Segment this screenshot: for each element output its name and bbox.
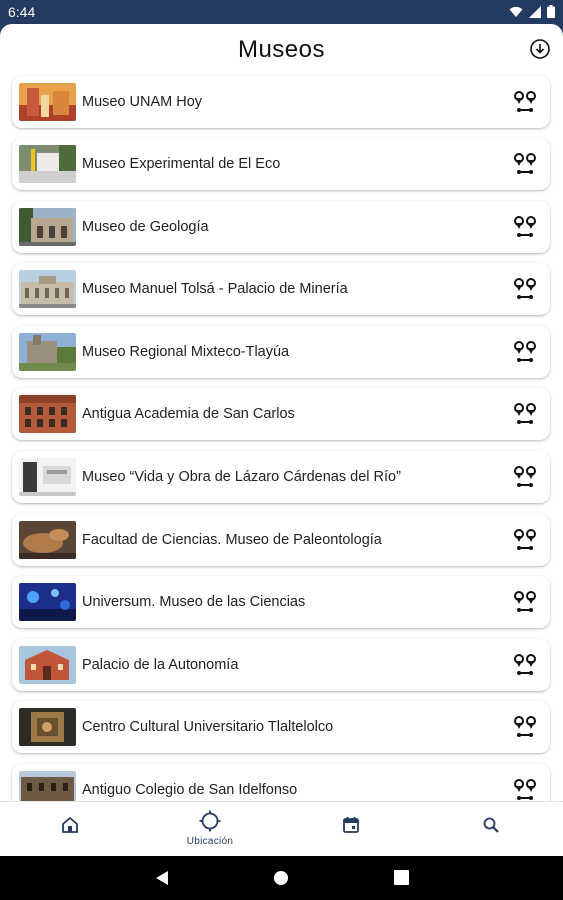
museum-name: Centro Cultural Universitario Tlaltelolc… bbox=[82, 719, 334, 735]
museum-list: Museo UNAM Hoy Museo Experimental de El … bbox=[0, 74, 563, 802]
museum-thumbnail bbox=[19, 458, 76, 496]
museum-card[interactable]: Museo Experimental de El Eco bbox=[12, 138, 550, 190]
route-icon bbox=[514, 716, 536, 737]
museum-name: Palacio de la Autonomía bbox=[82, 657, 239, 673]
museum-card[interactable]: Museo “Vida y Obra de Lázaro Cárdenas de… bbox=[12, 451, 550, 503]
museum-thumbnail bbox=[19, 145, 76, 183]
route-button[interactable] bbox=[512, 89, 538, 115]
route-button[interactable] bbox=[512, 401, 538, 427]
museum-card[interactable]: Universum. Museo de las Ciencias bbox=[12, 576, 550, 628]
route-icon bbox=[514, 216, 536, 237]
nav-search[interactable] bbox=[421, 802, 561, 856]
route-button[interactable] bbox=[512, 464, 538, 490]
bottom-navigation: Ubicación bbox=[0, 801, 563, 856]
museum-card[interactable]: Antigua Academia de San Carlos bbox=[12, 388, 550, 440]
home-icon bbox=[62, 816, 78, 833]
route-button[interactable] bbox=[512, 652, 538, 678]
museum-thumbnail bbox=[19, 208, 76, 246]
recents-icon[interactable] bbox=[394, 870, 409, 885]
museum-name: Museo Regional Mixteco-Tlayúa bbox=[82, 344, 290, 360]
page-title: Museos bbox=[237, 36, 326, 63]
download-icon bbox=[530, 39, 550, 59]
museum-card[interactable]: Museo Regional Mixteco-Tlayúa bbox=[12, 326, 550, 378]
route-icon bbox=[514, 403, 536, 424]
route-icon bbox=[514, 779, 536, 800]
nav-location[interactable]: Ubicación bbox=[140, 802, 280, 856]
location-icon bbox=[199, 810, 221, 832]
route-icon bbox=[514, 91, 536, 112]
museum-thumbnail bbox=[19, 646, 76, 684]
route-icon bbox=[514, 341, 536, 362]
museum-thumbnail bbox=[19, 83, 76, 121]
route-button[interactable] bbox=[512, 276, 538, 302]
home-circle-icon[interactable] bbox=[273, 870, 289, 886]
museum-name: Museo Manuel Tolsá - Palacio de Minería bbox=[82, 281, 348, 297]
route-button[interactable] bbox=[512, 527, 538, 553]
back-icon[interactable] bbox=[154, 870, 170, 886]
nav-location-label: Ubicación bbox=[186, 836, 234, 847]
download-button[interactable] bbox=[529, 38, 551, 60]
museum-name: Museo de Geología bbox=[82, 219, 209, 235]
system-navigation-bar bbox=[0, 856, 563, 900]
status-time: 6:44 bbox=[8, 4, 36, 20]
search-icon bbox=[483, 817, 499, 833]
signal-icon bbox=[529, 5, 541, 18]
status-bar: 6:44 bbox=[0, 0, 563, 24]
route-button[interactable] bbox=[512, 214, 538, 240]
museum-name: Antigua Academia de San Carlos bbox=[82, 406, 295, 422]
museum-thumbnail bbox=[19, 521, 76, 559]
app-header: Museos bbox=[0, 24, 563, 74]
museum-card[interactable]: Palacio de la Autonomía bbox=[12, 639, 550, 691]
route-icon bbox=[514, 278, 536, 299]
battery-icon bbox=[547, 5, 555, 18]
museum-thumbnail bbox=[19, 395, 76, 433]
route-button[interactable] bbox=[512, 714, 538, 740]
museum-card[interactable]: Museo Manuel Tolsá - Palacio de Minería bbox=[12, 263, 550, 315]
route-icon bbox=[514, 654, 536, 675]
route-icon bbox=[514, 591, 536, 612]
nav-calendar[interactable] bbox=[281, 802, 421, 856]
museum-thumbnail bbox=[19, 583, 76, 621]
calendar-icon bbox=[343, 817, 359, 833]
museum-thumbnail bbox=[19, 333, 76, 371]
museum-thumbnail bbox=[19, 771, 76, 802]
route-button[interactable] bbox=[512, 339, 538, 365]
museum-card[interactable]: Museo UNAM Hoy bbox=[12, 76, 550, 128]
museum-name: Museo Experimental de El Eco bbox=[82, 156, 281, 172]
museum-name: Museo “Vida y Obra de Lázaro Cárdenas de… bbox=[82, 469, 401, 485]
museum-name: Antiguo Colegio de San Idelfonso bbox=[82, 782, 298, 798]
museum-thumbnail bbox=[19, 270, 76, 308]
wifi-icon bbox=[509, 6, 523, 17]
route-icon bbox=[514, 153, 536, 174]
museum-card[interactable]: Museo de Geología bbox=[12, 201, 550, 253]
museum-name: Universum. Museo de las Ciencias bbox=[82, 594, 306, 610]
museum-card[interactable]: Centro Cultural Universitario Tlaltelolc… bbox=[12, 701, 550, 753]
route-button[interactable] bbox=[512, 589, 538, 615]
status-icons bbox=[509, 5, 555, 18]
museum-card[interactable]: Facultad de Ciencias. Museo de Paleontol… bbox=[12, 514, 550, 566]
museums-screen: Museos Museo UNAM Hoy Museo Experimental… bbox=[0, 24, 563, 856]
route-button[interactable] bbox=[512, 777, 538, 802]
museum-name: Museo UNAM Hoy bbox=[82, 94, 203, 110]
museum-card[interactable]: Antiguo Colegio de San Idelfonso bbox=[12, 764, 550, 802]
nav-home[interactable] bbox=[0, 802, 140, 856]
route-icon bbox=[514, 466, 536, 487]
museum-thumbnail bbox=[19, 708, 76, 746]
route-icon bbox=[514, 529, 536, 550]
route-button[interactable] bbox=[512, 151, 538, 177]
museum-name: Facultad de Ciencias. Museo de Paleontol… bbox=[82, 532, 382, 548]
